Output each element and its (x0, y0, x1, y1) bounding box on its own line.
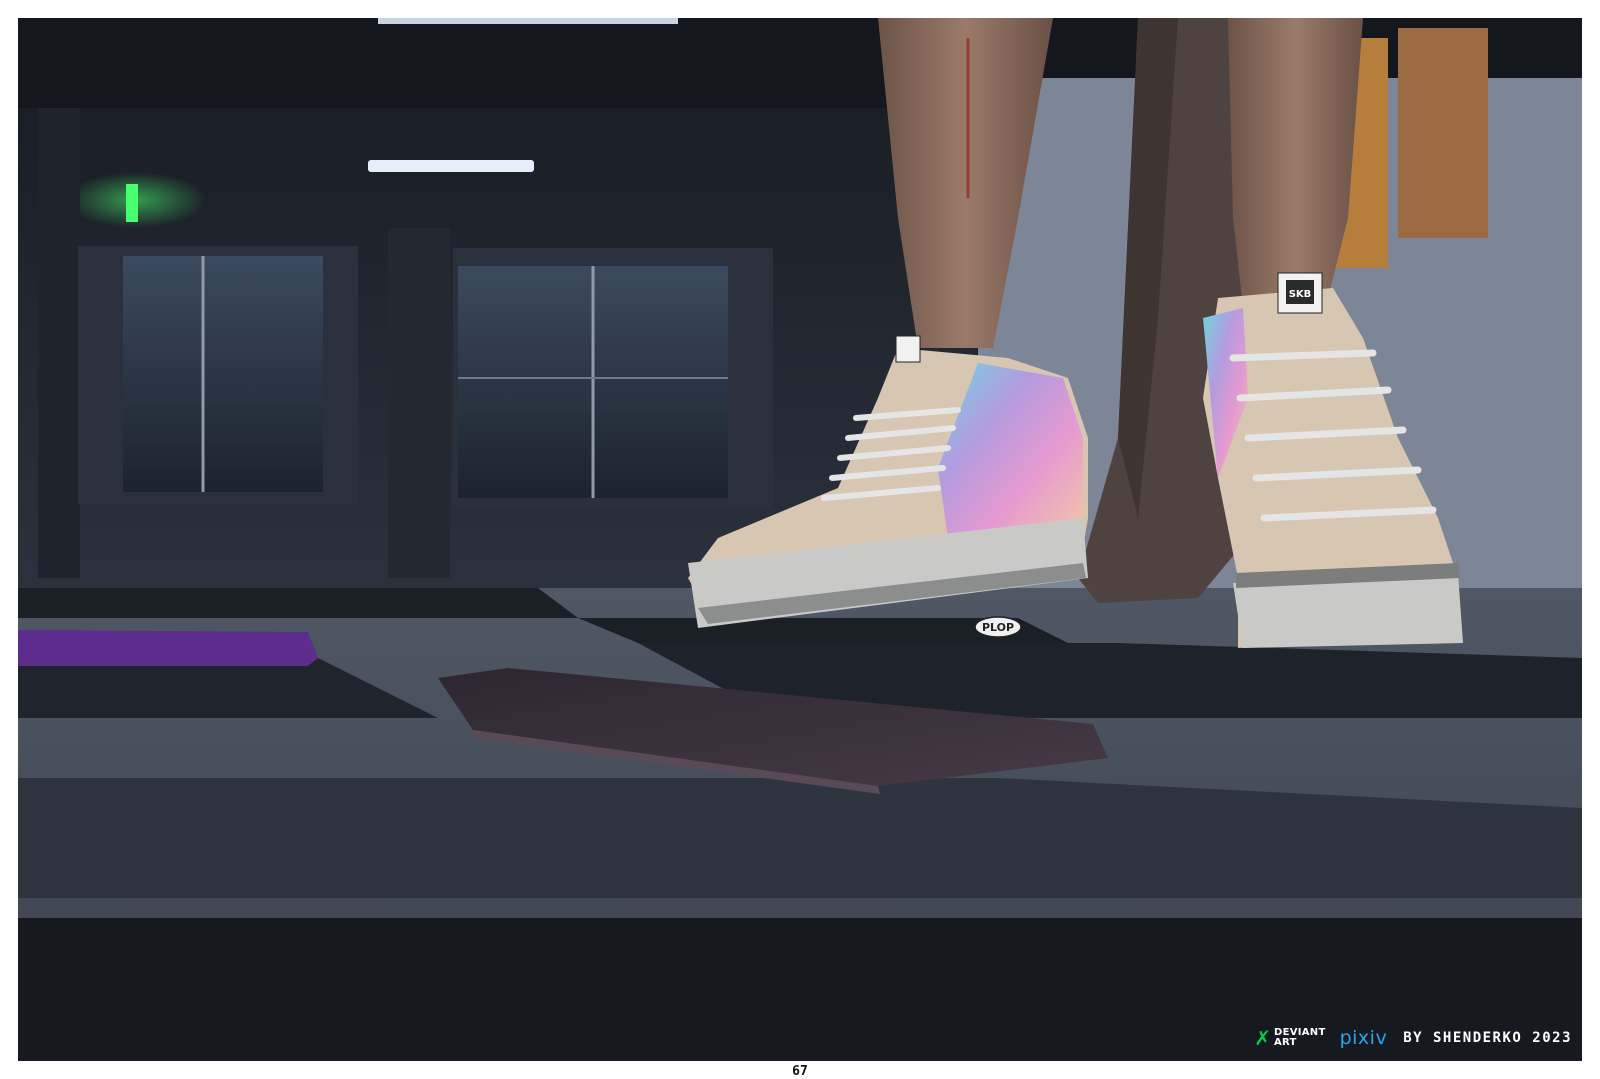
artist-byline: BY SHENDERKO 2023 (1403, 1030, 1572, 1046)
illustration-frame: PLOP SKB ✗ DEVIANT ART pixiv BY SHENDERK… (18, 18, 1582, 1061)
exit-sign (126, 184, 138, 222)
purple-phone (18, 630, 318, 666)
plop-sfx-text: PLOP (982, 621, 1014, 634)
poster-2 (1398, 28, 1488, 238)
deviantart-line-2: ART (1273, 1037, 1297, 1048)
pixiv-logo: pixiv (1339, 1027, 1388, 1049)
page-number: 67 (792, 1064, 808, 1079)
credits-watermark: ✗ DEVIANT ART pixiv BY SHENDERKO 2023 (1254, 1027, 1572, 1049)
deviantart-icon: ✗ (1254, 1026, 1271, 1050)
ceiling-light (368, 160, 534, 172)
shoe-tag-text: SKB (1289, 289, 1312, 300)
scene-illustration (18, 18, 1582, 1061)
window-left (123, 256, 323, 492)
deviantart-logo: ✗ DEVIANT ART (1254, 1026, 1325, 1050)
plop-sfx: PLOP (974, 616, 1022, 638)
shoe-tag-right: SKB (1286, 280, 1314, 304)
